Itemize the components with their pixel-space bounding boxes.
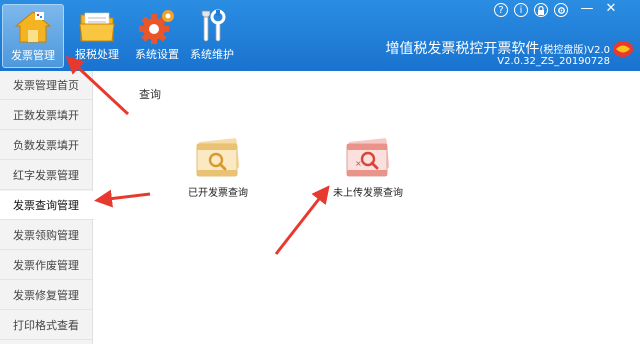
folder-icon: [79, 12, 115, 42]
sidebar-item-invoice-query[interactable]: 发票查询管理: [0, 191, 94, 220]
help-icon[interactable]: ?: [494, 3, 508, 17]
unuploaded-invoice-query-button[interactable]: × 未上传发票查询: [323, 137, 413, 199]
app-title-main: 增值税发票税控开票软件: [385, 41, 540, 57]
settings-icon[interactable]: [554, 3, 568, 17]
sidebar-item-negative-invoice[interactable]: 负数发票填开: [0, 131, 93, 160]
sidebar-item-invoice-repair[interactable]: 发票修复管理: [0, 281, 93, 310]
sidebar-item-invoice-purchase[interactable]: 发票领购管理: [0, 221, 93, 250]
toolbar-invoice-management[interactable]: 发票管理: [2, 4, 64, 68]
annotation-arrow-unuploaded: [274, 185, 330, 255]
toolbar-label: 系统维护: [190, 48, 234, 61]
breadcrumb: 查询: [139, 88, 161, 101]
invoice-unuploaded-search-icon: ×: [346, 138, 390, 177]
lock-icon[interactable]: [534, 3, 548, 17]
toolbar-label: 报税处理: [75, 48, 119, 61]
app-version: V2.0.32_ZS_20190728: [497, 56, 610, 67]
gear-icon: [139, 10, 174, 44]
annotation-arrow-sidebar: [94, 189, 151, 208]
app-title-suffix: (税控盘版): [539, 45, 588, 56]
issued-invoice-query-button[interactable]: 已开发票查询: [173, 137, 263, 199]
app-title: 增值税发票税控开票软件(税控盘版)V2.0: [385, 38, 610, 58]
toolbar-tax-processing[interactable]: 报税处理: [67, 0, 127, 71]
house-icon: [14, 11, 52, 43]
minimize-icon[interactable]: —: [580, 1, 594, 16]
toolbar-system-maintenance[interactable]: 系统维护: [182, 0, 242, 71]
toolbar-label: 发票管理: [11, 49, 55, 62]
function-label: 未上传发票查询: [333, 188, 403, 199]
sidebar-item-red-invoice[interactable]: 红字发票管理: [0, 161, 93, 190]
top-toolbar: 发票管理 报税处理 系统设置 系统维护 ? i — ✕ 增值税发票税控开票软件(…: [0, 0, 640, 71]
tools-icon: [201, 9, 226, 42]
sidebar-item-print-format[interactable]: 打印格式查看: [0, 311, 93, 340]
sidebar: 发票管理首页 正数发票填开 负数发票填开 红字发票管理 发票查询管理 发票领购管…: [0, 71, 94, 344]
brand-logo-icon: [613, 41, 633, 57]
sidebar-item-invoice-home[interactable]: 发票管理首页: [0, 71, 93, 100]
toolbar-label: 系统设置: [135, 48, 179, 61]
close-icon[interactable]: ✕: [604, 1, 618, 16]
info-icon[interactable]: i: [514, 3, 528, 17]
sidebar-item-invoice-void[interactable]: 发票作废管理: [0, 251, 93, 280]
toolbar-system-settings[interactable]: 系统设置: [127, 0, 187, 71]
sidebar-item-positive-invoice[interactable]: 正数发票填开: [0, 101, 93, 130]
invoice-search-icon: [196, 138, 240, 177]
app-title-version: V2.0: [587, 45, 610, 56]
function-label: 已开发票查询: [188, 188, 248, 199]
svg-text:×: ×: [355, 159, 362, 168]
